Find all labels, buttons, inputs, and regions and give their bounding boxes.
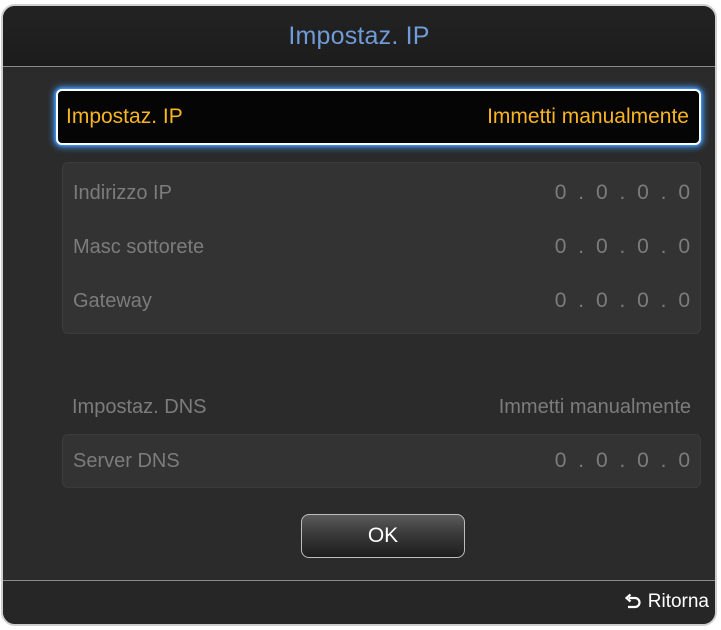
ip-address-value: 0 . 0 . 0 . 0 — [554, 181, 693, 204]
subnet-mask-label: Masc sottorete — [73, 235, 205, 258]
dns-setting-value: Immetti manualmente — [498, 395, 691, 418]
ip-settings-dialog: Impostaz. IP Impostaz. IP Immetti manual… — [1, 4, 717, 626]
return-label: Ritorna — [647, 591, 709, 612]
ip-setting-selector[interactable]: Impostaz. IP Immetti manualmente — [56, 89, 701, 145]
dns-setting-selector[interactable]: Impostaz. DNS Immetti manualmente — [62, 387, 701, 427]
dns-server-field[interactable]: Server DNS 0 . 0 . 0 . 0 — [63, 441, 700, 481]
gateway-field[interactable]: Gateway 0 . 0 . 0 . 0 — [63, 281, 700, 321]
subnet-mask-value: 0 . 0 . 0 . 0 — [554, 235, 693, 258]
dns-setting-label: Impostaz. DNS — [72, 395, 207, 418]
title-bar: Impostaz. IP — [3, 6, 715, 67]
ip-fields-panel: Indirizzo IP 0 . 0 . 0 . 0 Masc sottoret… — [62, 162, 701, 334]
dns-server-value: 0 . 0 . 0 . 0 — [554, 449, 693, 472]
return-arrow-icon — [624, 593, 642, 611]
ip-address-label: Indirizzo IP — [73, 181, 172, 204]
subnet-mask-field[interactable]: Masc sottorete 0 . 0 . 0 . 0 — [63, 227, 700, 267]
dns-server-panel: Server DNS 0 . 0 . 0 . 0 — [62, 434, 701, 488]
dns-server-label: Server DNS — [73, 449, 180, 472]
footer-bar: Ritorna — [3, 580, 715, 624]
gateway-label: Gateway — [73, 289, 152, 312]
ip-setting-label: Impostaz. IP — [66, 105, 183, 128]
ip-setting-value: Immetti manualmente — [487, 105, 689, 128]
ip-address-field[interactable]: Indirizzo IP 0 . 0 . 0 . 0 — [63, 173, 700, 213]
return-button[interactable]: Ritorna — [624, 591, 709, 613]
gateway-value: 0 . 0 . 0 . 0 — [554, 289, 693, 312]
dialog-title: Impostaz. IP — [288, 21, 430, 50]
ok-button[interactable]: OK — [301, 514, 465, 558]
